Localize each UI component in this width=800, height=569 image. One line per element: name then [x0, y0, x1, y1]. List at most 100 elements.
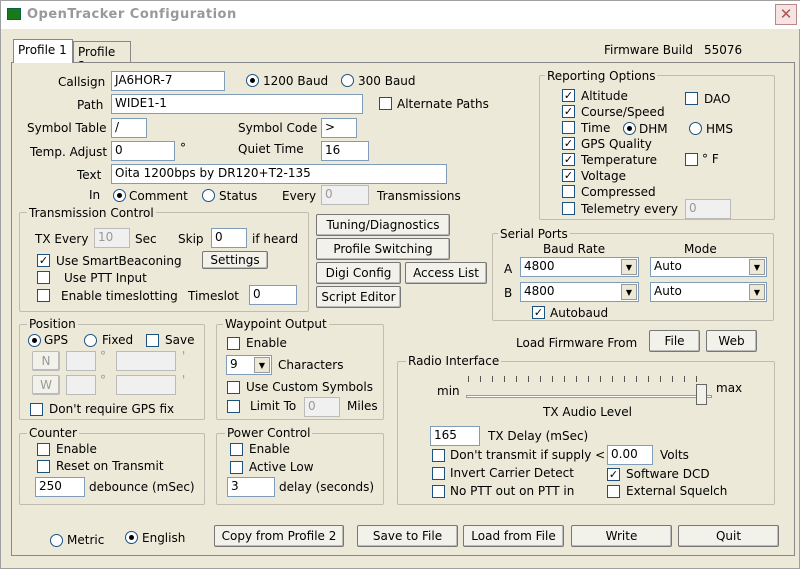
reporting-options-title: Reporting Options: [545, 69, 658, 83]
audio-level-track[interactable]: [466, 395, 712, 398]
port-b-mode-value: Auto: [654, 284, 682, 298]
every-input[interactable]: 0: [321, 185, 369, 205]
script-editor-button[interactable]: Script Editor: [316, 286, 401, 308]
metric-radio[interactable]: [50, 534, 63, 547]
tuning-diagnostics-button[interactable]: Tuning/Diagnostics: [316, 214, 450, 236]
timeslotting-checkbox[interactable]: [37, 289, 50, 302]
port-a-baud-select[interactable]: 4800 ▼: [520, 257, 639, 277]
port-b-baud-select[interactable]: 4800 ▼: [520, 282, 639, 302]
power-enable-label: Enable: [249, 442, 290, 456]
dont-transmit-checkbox[interactable]: [432, 449, 445, 462]
dao-checkbox[interactable]: [685, 92, 698, 105]
gps-radio[interactable]: [28, 334, 41, 347]
smartbeaconing-checkbox[interactable]: ✓: [37, 254, 50, 267]
status-radio[interactable]: [202, 189, 215, 202]
quit-button[interactable]: Quit: [678, 525, 779, 547]
dropdown-arrow-icon: ▼: [749, 259, 765, 275]
limit-to-checkbox[interactable]: [227, 400, 240, 413]
altitude-checkbox[interactable]: ✓: [562, 89, 575, 102]
dropdown-arrow-icon: ▼: [254, 357, 270, 373]
load-from-file-button[interactable]: Load from File: [463, 525, 564, 547]
autobaud-checkbox[interactable]: ✓: [532, 306, 545, 319]
power-delay-label: delay (seconds): [279, 480, 375, 494]
time-checkbox[interactable]: [562, 121, 575, 134]
course-speed-label: Course/Speed: [581, 105, 665, 119]
profile-switching-button[interactable]: Profile Switching: [316, 238, 450, 260]
west-button[interactable]: W: [32, 375, 60, 395]
volts-input[interactable]: 0.00: [607, 445, 653, 465]
software-dcd-checkbox[interactable]: ✓: [607, 468, 620, 481]
voltage-checkbox[interactable]: ✓: [562, 169, 575, 182]
baud-rate-header: Baud Rate: [543, 242, 606, 256]
access-list-button[interactable]: Access List: [405, 262, 487, 284]
save-to-file-button[interactable]: Save to File: [357, 525, 458, 547]
power-enable-checkbox[interactable]: [230, 443, 243, 456]
audio-level-slider-thumb[interactable]: [696, 384, 707, 405]
lon-deg-input[interactable]: [66, 375, 96, 395]
english-radio[interactable]: [125, 531, 138, 544]
compressed-checkbox[interactable]: [562, 185, 575, 198]
ptt-input-checkbox[interactable]: [37, 271, 50, 284]
copy-profile-button[interactable]: Copy from Profile 2: [214, 525, 344, 547]
symbol-code-input[interactable]: >: [321, 118, 357, 138]
tx-delay-input[interactable]: 165: [430, 426, 480, 446]
lat-deg-input[interactable]: [66, 351, 96, 371]
reset-on-transmit-checkbox[interactable]: [37, 460, 50, 473]
no-gps-fix-checkbox[interactable]: [30, 403, 43, 416]
north-button[interactable]: N: [32, 351, 60, 371]
dont-transmit-label: Don't transmit if supply <: [450, 448, 606, 462]
timeslotting-label: Enable timeslotting: [61, 289, 178, 303]
path-input[interactable]: WIDE1-1: [111, 94, 363, 114]
tab-profile-1[interactable]: Profile 1: [13, 39, 73, 63]
alternate-paths-checkbox[interactable]: [379, 97, 392, 110]
hms-radio[interactable]: [689, 122, 702, 135]
counter-enable-checkbox[interactable]: [37, 443, 50, 456]
custom-symbols-checkbox[interactable]: [227, 381, 240, 394]
course-speed-checkbox[interactable]: ✓: [562, 105, 575, 118]
timeslot-input[interactable]: 0: [249, 285, 297, 305]
baud-300-radio[interactable]: [341, 74, 354, 87]
skip-input[interactable]: 0: [211, 228, 247, 248]
external-squelch-checkbox[interactable]: [607, 485, 620, 498]
temperature-checkbox[interactable]: ✓: [562, 153, 575, 166]
debounce-input[interactable]: 250: [35, 477, 85, 497]
firmware-web-button[interactable]: Web: [706, 330, 757, 352]
fahrenheit-checkbox[interactable]: [685, 153, 698, 166]
quiet-time-input[interactable]: 16: [321, 141, 369, 161]
baud-1200-radio[interactable]: [246, 74, 259, 87]
lon-min-input[interactable]: [116, 375, 176, 395]
port-b-baud-value: 4800: [524, 284, 555, 298]
no-ptt-checkbox[interactable]: [432, 485, 445, 498]
characters-select[interactable]: 9 ▼: [226, 355, 272, 375]
settings-button[interactable]: Settings: [202, 251, 268, 269]
telemetry-input[interactable]: 0: [685, 199, 731, 219]
port-b-mode-select[interactable]: Auto ▼: [650, 282, 767, 302]
save-position-checkbox[interactable]: [146, 334, 159, 347]
temp-adjust-input[interactable]: 0: [111, 141, 175, 161]
close-button[interactable]: ✕: [775, 4, 797, 25]
tx-every-input[interactable]: 10: [94, 228, 130, 248]
callsign-input[interactable]: JA6HOR-7: [111, 71, 225, 91]
invert-carrier-checkbox[interactable]: [432, 467, 445, 480]
lat-min-input[interactable]: [116, 351, 176, 371]
lat-min-symbol: ': [182, 349, 186, 363]
comment-radio[interactable]: [113, 189, 126, 202]
limit-input[interactable]: 0: [304, 397, 340, 417]
dhm-radio[interactable]: [623, 122, 636, 135]
firmware-file-button[interactable]: File: [649, 330, 700, 352]
fahrenheit-label: ° F: [702, 152, 719, 166]
symbol-table-input[interactable]: /: [111, 118, 147, 138]
tx-delay-label: TX Delay (mSec): [488, 429, 589, 443]
digi-config-button[interactable]: Digi Config: [316, 262, 401, 284]
power-delay-input[interactable]: 3: [227, 477, 275, 497]
tab-profile-2[interactable]: Profile 2: [73, 41, 131, 73]
text-input[interactable]: Oita 1200bps by DR120+T2-135: [111, 164, 447, 184]
gps-quality-checkbox[interactable]: ✓: [562, 137, 575, 150]
port-a-mode-select[interactable]: Auto ▼: [650, 257, 767, 277]
write-button[interactable]: Write: [571, 525, 672, 547]
fixed-radio[interactable]: [84, 334, 97, 347]
telemetry-checkbox[interactable]: [562, 202, 575, 215]
waypoint-enable-checkbox[interactable]: [227, 337, 240, 350]
active-low-checkbox[interactable]: [230, 461, 243, 474]
alternate-paths-label: Alternate Paths: [397, 97, 489, 111]
